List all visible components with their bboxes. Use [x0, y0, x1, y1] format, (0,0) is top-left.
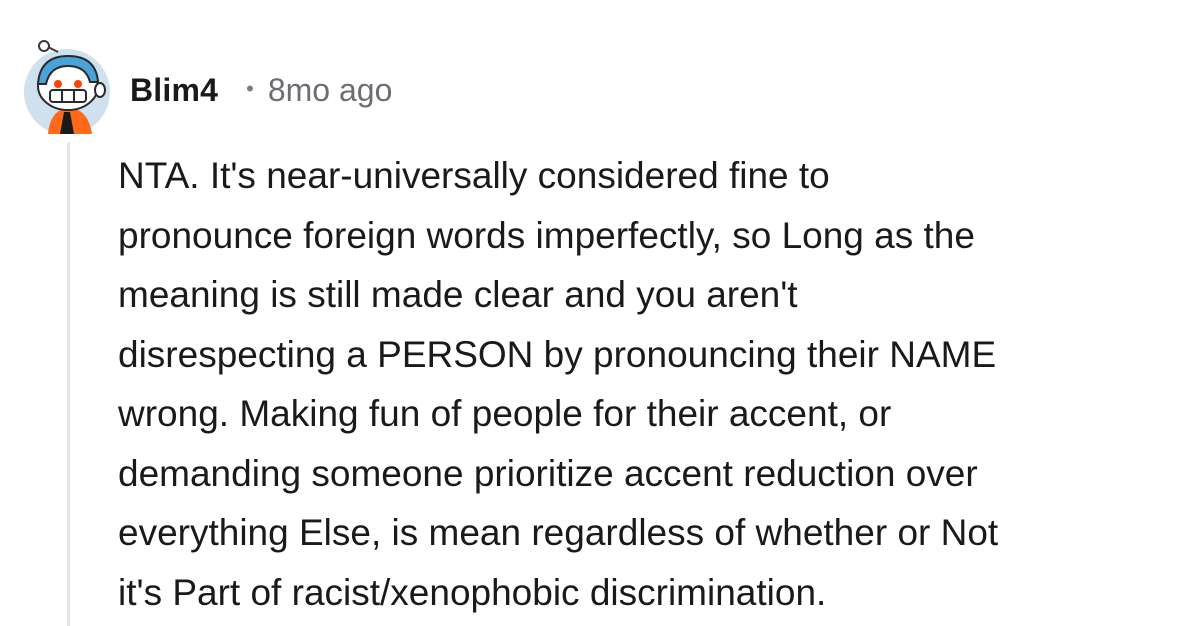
timestamp[interactable]: 8mo ago: [268, 72, 393, 109]
comment-header: Blim4 • 8mo ago: [130, 68, 392, 112]
thread-line[interactable]: [67, 142, 70, 626]
username-link[interactable]: Blim4: [130, 72, 218, 109]
reddit-snoo-avatar-icon: [24, 40, 110, 135]
comment-body: NTA. It's near-universally considered fi…: [118, 155, 999, 613]
user-avatar[interactable]: [24, 38, 116, 135]
comment: Blim4 • 8mo ago NTA. It's near-universal…: [0, 0, 1198, 626]
separator-dot: •: [246, 76, 254, 101]
